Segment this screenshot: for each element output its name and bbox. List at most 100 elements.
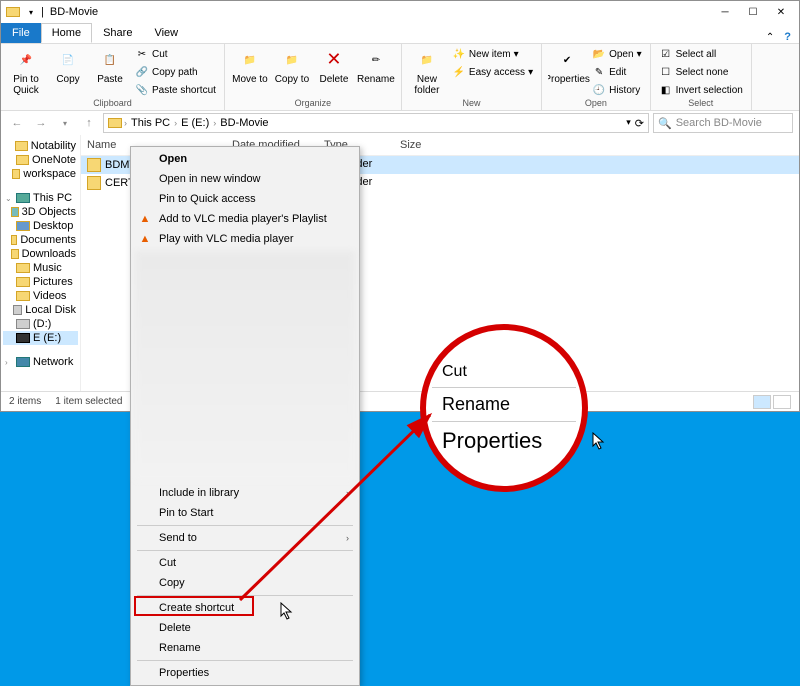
ctx-vlc-play[interactable]: ▲Play with VLC media player (133, 229, 357, 249)
pin-to-quick-access-button[interactable]: 📌Pin to Quick access (7, 46, 45, 98)
col-size[interactable]: Size (394, 137, 454, 153)
ctx-properties[interactable]: Properties (133, 663, 357, 683)
history-button[interactable]: 🕘History (590, 82, 644, 98)
tab-share[interactable]: Share (92, 23, 143, 43)
paste-button[interactable]: 📋Paste (91, 46, 129, 85)
delete-button[interactable]: ✕Delete (315, 46, 353, 85)
paste-shortcut-button[interactable]: 📎Paste shortcut (133, 82, 218, 98)
annotation-callout-circle: Cut Rename Properties (420, 324, 588, 492)
tab-home[interactable]: Home (41, 23, 92, 43)
move-to-button[interactable]: 📁Move to (231, 46, 269, 85)
ctx-send-to[interactable]: Send to› (133, 528, 357, 548)
address-bar[interactable]: › This PC › E (E:) › BD-Movie ▾ ⟳ (103, 113, 649, 133)
breadcrumb-drive[interactable]: E (E:) (179, 117, 211, 129)
ctx-separator (137, 550, 353, 551)
nav-item-notability[interactable]: Notability (3, 139, 78, 153)
properties-button[interactable]: ✔Properties (548, 46, 586, 85)
folder-icon (5, 4, 21, 20)
nav-item-videos[interactable]: Videos (3, 289, 78, 303)
breadcrumb-this-pc[interactable]: This PC (129, 117, 172, 129)
ribbon-collapse-icon[interactable]: ⌃ (766, 32, 774, 43)
explorer-window: ▾ | BD-Movie ─ ☐ ✕ File Home Share View … (0, 0, 800, 412)
nav-item-desktop[interactable]: Desktop (3, 219, 78, 233)
copy-to-button[interactable]: 📁Copy to (273, 46, 311, 85)
nav-item-music[interactable]: Music (3, 261, 78, 275)
window-title: BD-Movie (50, 6, 98, 18)
maximize-button[interactable]: ☐ (739, 3, 767, 21)
nav-item-workspace[interactable]: workspace (3, 167, 78, 181)
qat-dropdown-icon[interactable]: ▾ (23, 4, 39, 20)
select-all-button[interactable]: ☑Select all (657, 46, 745, 62)
qat-separator: | (41, 6, 44, 18)
nav-item-network[interactable]: ›Network (3, 355, 78, 369)
navigation-pane[interactable]: Notability OneNote workspace ⌄This PC 3D… (1, 135, 81, 391)
breadcrumb-folder[interactable]: BD-Movie (218, 117, 270, 129)
select-none-button[interactable]: ☐Select none (657, 64, 745, 80)
open-button[interactable]: 📂Open ▾ (590, 46, 644, 62)
vlc-icon: ▲ (137, 211, 153, 227)
search-input[interactable]: 🔍 Search BD-Movie (653, 113, 793, 133)
folder-icon (87, 176, 101, 190)
invert-selection-button[interactable]: ◧Invert selection (657, 82, 745, 98)
new-folder-button[interactable]: 📁New folder (408, 46, 446, 96)
details-view-button[interactable] (753, 395, 771, 409)
nav-item-e-drive[interactable]: E (E:) (3, 331, 78, 345)
ctx-cut[interactable]: Cut (133, 553, 357, 573)
back-button[interactable]: ← (7, 113, 27, 133)
ctx-copy[interactable]: Copy (133, 573, 357, 593)
ctx-include-library[interactable]: Include in library› (133, 483, 357, 503)
tab-file[interactable]: File (1, 23, 41, 43)
nav-item-3d-objects[interactable]: 3D Objects (3, 205, 78, 219)
cut-button[interactable]: ✂Cut (133, 46, 218, 62)
ctx-pin-start[interactable]: Pin to Start (133, 503, 357, 523)
status-bar: 2 items 1 item selected (1, 391, 799, 411)
edit-icon: ✎ (592, 65, 606, 79)
close-button[interactable]: ✕ (767, 3, 795, 21)
help-icon[interactable]: ? (784, 31, 791, 43)
group-label-new: New (408, 98, 535, 108)
minimize-button[interactable]: ─ (711, 3, 739, 21)
edit-button[interactable]: ✎Edit (590, 64, 644, 80)
nav-item-d-drive[interactable]: (D:) (3, 317, 78, 331)
ctx-vlc-add[interactable]: ▲Add to VLC media player's Playlist (133, 209, 357, 229)
ctx-pin-quick-access[interactable]: Pin to Quick access (133, 189, 357, 209)
nav-item-local-disk[interactable]: Local Disk (3, 303, 78, 317)
delete-icon: ✕ (322, 48, 346, 72)
icons-view-button[interactable] (773, 395, 791, 409)
easy-access-icon: ⚡ (452, 65, 466, 79)
ctx-delete[interactable]: Delete (133, 618, 357, 638)
copy-path-button[interactable]: 🔗Copy path (133, 64, 218, 80)
nav-item-this-pc[interactable]: ⌄This PC (3, 191, 78, 205)
rename-button[interactable]: ✏Rename (357, 46, 395, 85)
new-item-icon: ✨ (452, 47, 466, 61)
copy-button[interactable]: 📄Copy (49, 46, 87, 85)
folder-icon (87, 158, 101, 172)
callout-rename: Rename (432, 388, 576, 421)
ctx-open[interactable]: Open (133, 149, 357, 169)
open-icon: 📂 (592, 47, 606, 61)
new-item-button[interactable]: ✨New item ▾ (450, 46, 535, 62)
refresh-icon[interactable]: ⟳ (635, 117, 644, 130)
easy-access-button[interactable]: ⚡Easy access ▾ (450, 64, 535, 80)
forward-button[interactable]: → (31, 113, 51, 133)
nav-item-downloads[interactable]: Downloads (3, 247, 78, 261)
address-dropdown-icon[interactable]: ▾ (626, 117, 631, 130)
search-placeholder: Search BD-Movie (676, 117, 762, 129)
recent-button[interactable]: ▾ (55, 113, 75, 133)
titlebar: ▾ | BD-Movie ─ ☐ ✕ (1, 1, 799, 23)
nav-item-pictures[interactable]: Pictures (3, 275, 78, 289)
status-item-count: 2 items (9, 396, 41, 407)
ctx-separator (137, 660, 353, 661)
location-icon (108, 118, 122, 128)
history-icon: 🕘 (592, 83, 606, 97)
ctx-create-shortcut[interactable]: Create shortcut (133, 598, 357, 618)
up-button[interactable]: ↑ (79, 113, 99, 133)
tab-view[interactable]: View (143, 23, 189, 43)
nav-item-documents[interactable]: Documents (3, 233, 78, 247)
nav-item-onenote[interactable]: OneNote (3, 153, 78, 167)
select-all-icon: ☑ (659, 47, 673, 61)
group-label-clipboard: Clipboard (7, 98, 218, 108)
ctx-rename[interactable]: Rename (133, 638, 357, 658)
ctx-open-new-window[interactable]: Open in new window (133, 169, 357, 189)
ribbon: 📌Pin to Quick access 📄Copy 📋Paste ✂Cut 🔗… (1, 43, 799, 111)
